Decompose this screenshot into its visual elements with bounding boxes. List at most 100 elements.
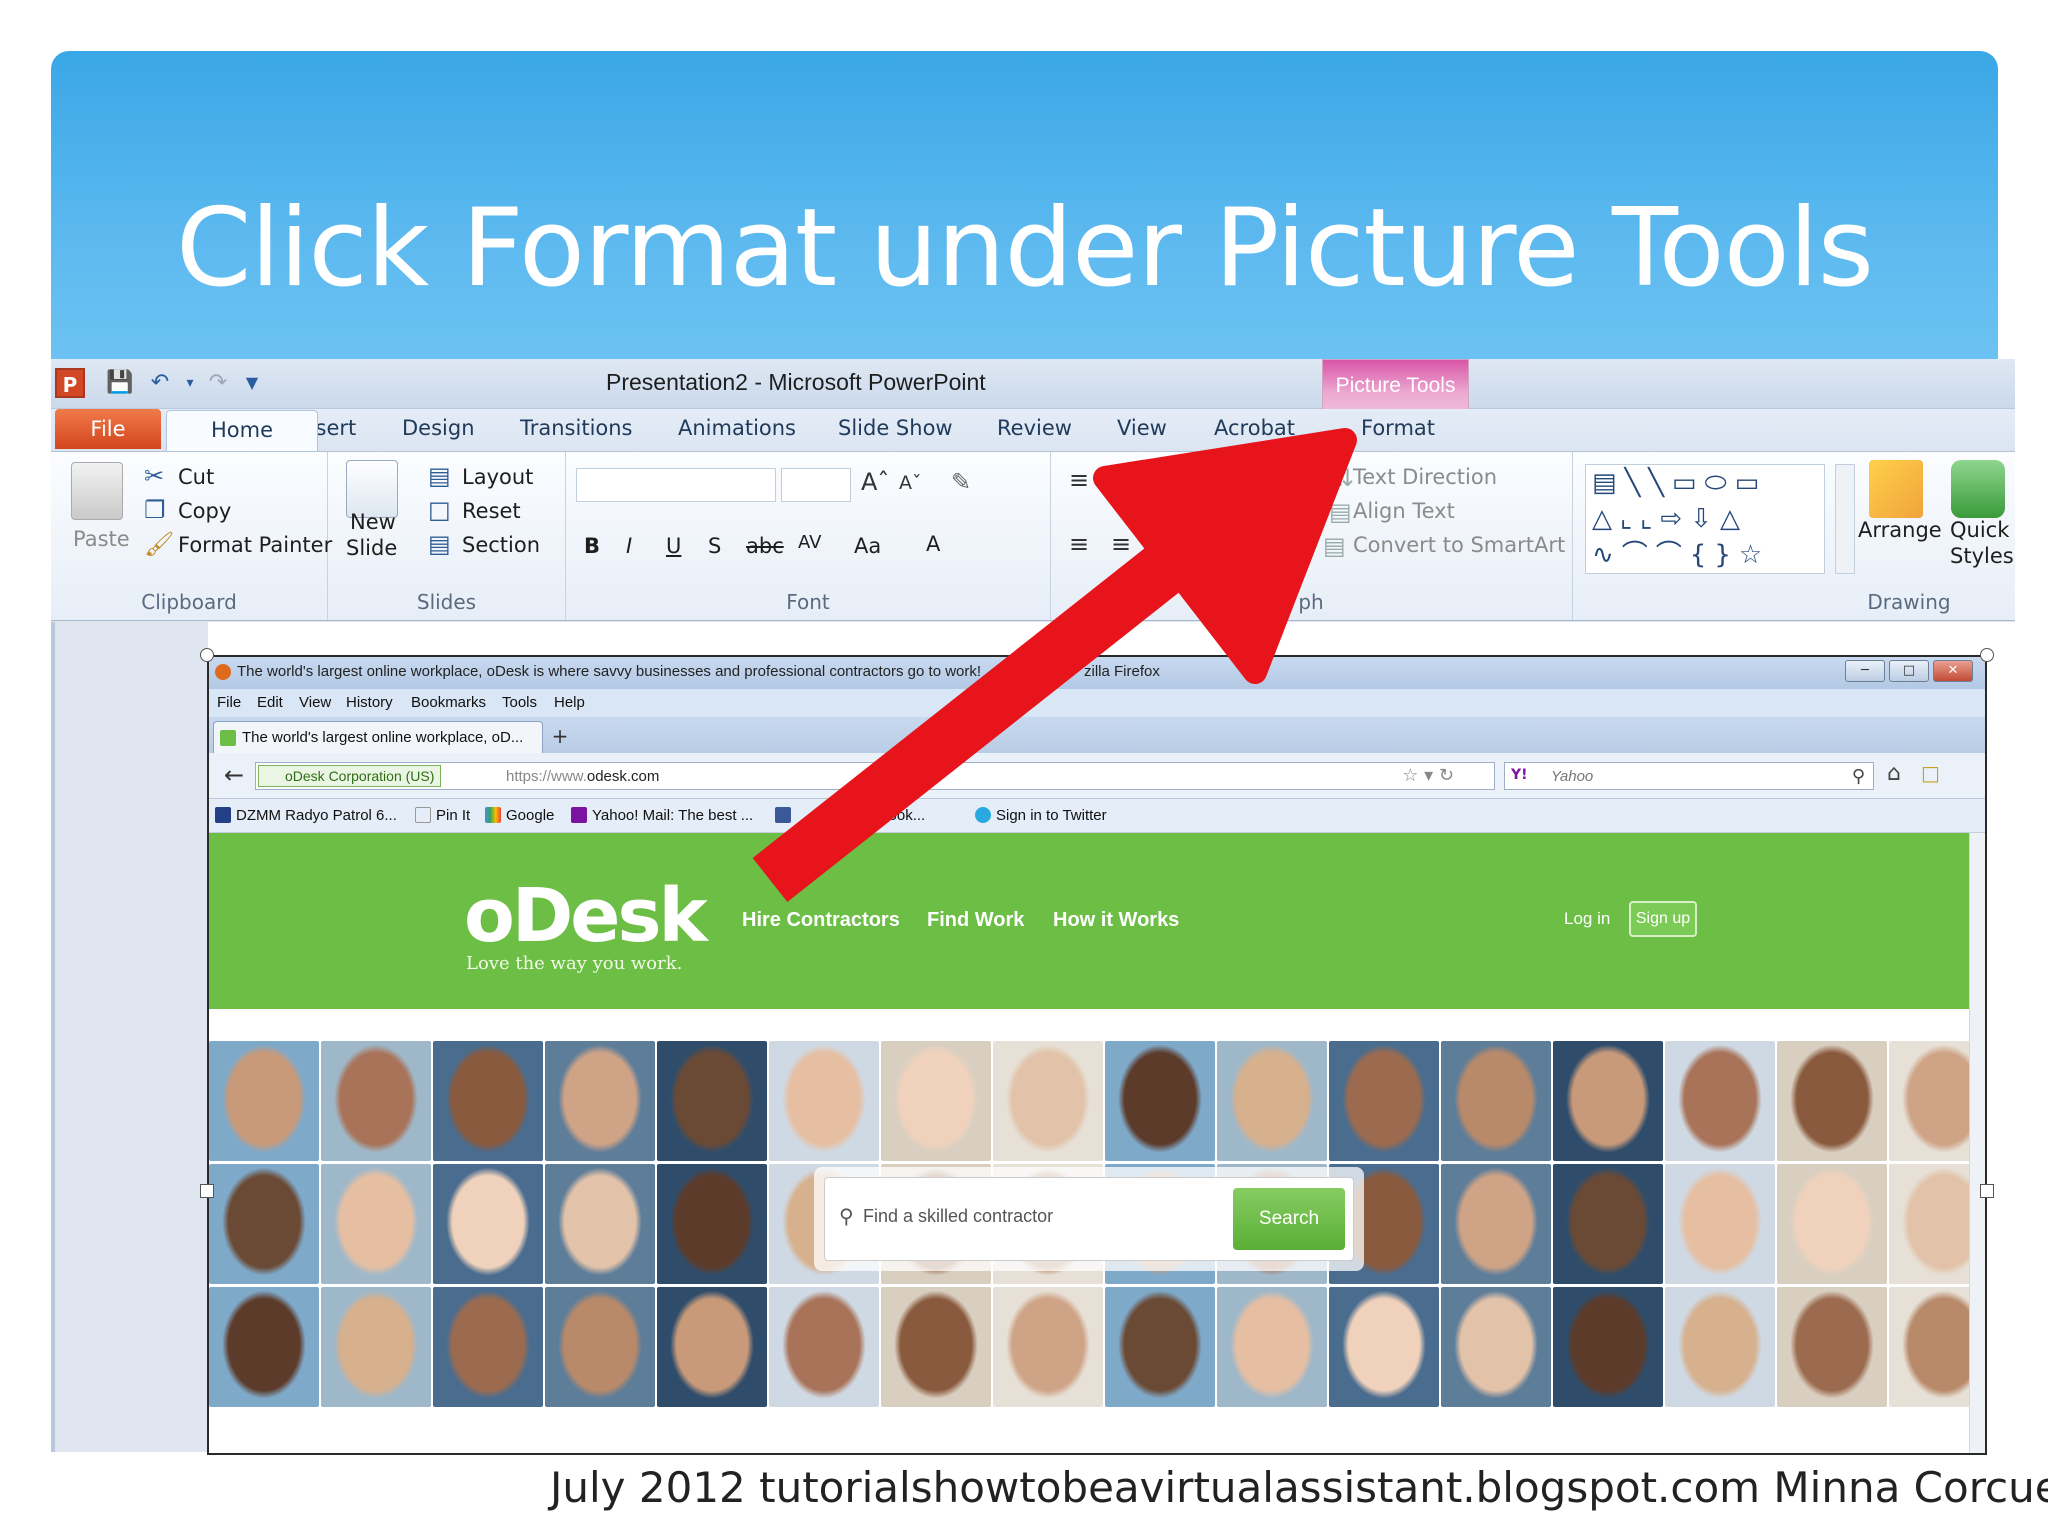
cut-button[interactable]: Cut: [178, 465, 214, 489]
browser-tab[interactable]: The world's largest online workplace, oD…: [213, 721, 543, 753]
center-icon[interactable]: ≡: [1111, 532, 1131, 556]
menu-history[interactable]: History: [346, 694, 393, 711]
quick-styles-label-2[interactable]: Styles: [1950, 544, 2014, 568]
font-color-button[interactable]: A: [926, 532, 940, 556]
paste-button[interactable]: Paste: [73, 527, 130, 551]
bookmarks-icon[interactable]: □: [1921, 761, 1940, 785]
odesk-search-button[interactable]: Search: [1233, 1188, 1345, 1250]
close-button[interactable]: ✕: [1933, 660, 1973, 682]
undo-dropdown-icon[interactable]: ▾: [175, 368, 205, 398]
shapes-scroll[interactable]: [1835, 464, 1855, 574]
numbering-icon[interactable]: ≡: [1136, 468, 1156, 492]
contractor-photo: [1777, 1041, 1887, 1161]
bullets-icon[interactable]: ≡: [1069, 468, 1089, 492]
url-bar[interactable]: oDesk Corporation (US) https://www.odesk…: [255, 762, 1495, 790]
pinit-icon: [415, 807, 431, 823]
customize-qat-icon[interactable]: ▼: [237, 368, 267, 398]
justify-icon[interactable]: ≡: [1195, 532, 1215, 556]
copy-button[interactable]: Copy: [178, 499, 231, 523]
bookmark-facebook[interactable]: acebook...: [775, 807, 925, 824]
search-magnifier-icon[interactable]: ⚲: [1852, 766, 1865, 787]
signup-button[interactable]: Sign up: [1629, 901, 1697, 937]
page-scrollbar[interactable]: [1969, 833, 1985, 1453]
firefox-window-title: The world's largest online workplace, oD…: [237, 663, 982, 680]
save-icon[interactable]: 💾: [105, 368, 135, 398]
contractor-photo: [209, 1287, 319, 1407]
quick-styles-label-1[interactable]: Quick: [1950, 518, 2009, 542]
tab-design[interactable]: Design: [402, 416, 475, 440]
menu-help[interactable]: Help: [554, 694, 585, 711]
bold-button[interactable]: B: [584, 534, 600, 558]
home-icon[interactable]: ⌂: [1887, 761, 1901, 786]
shapes-gallery[interactable]: ▤╲╲▭⬭▭ △⌞⌞⇨⇩△ ∿⌒⌒{}☆: [1585, 464, 1825, 574]
tab-view[interactable]: View: [1117, 416, 1167, 440]
arrange-icon: [1869, 460, 1923, 518]
clear-formatting-icon[interactable]: ✎: [951, 470, 971, 494]
menu-view[interactable]: View: [299, 694, 331, 711]
font-name-box[interactable]: [576, 468, 776, 502]
text-direction-button[interactable]: Text Direction: [1353, 465, 1497, 489]
strikethrough-button[interactable]: abc: [746, 534, 784, 558]
arrange-button[interactable]: Arrange: [1858, 518, 1942, 542]
selection-handle-right[interactable]: [1980, 1184, 1994, 1198]
italic-button[interactable]: I: [626, 534, 632, 558]
bookmark-dzmm[interactable]: DZMM Radyo Patrol 6...: [215, 807, 397, 824]
yahoo-engine-icon[interactable]: Y!: [1511, 767, 1528, 783]
tab-slide-show[interactable]: Slide Show: [838, 416, 953, 440]
bookmark-star-icon[interactable]: ☆ ▾ ↻: [1402, 765, 1454, 786]
align-right-icon[interactable]: ≡: [1153, 532, 1173, 556]
menu-file[interactable]: File: [217, 694, 241, 711]
selection-handle-left[interactable]: [200, 1184, 214, 1198]
align-left-icon[interactable]: ≡: [1069, 532, 1089, 556]
align-text-button[interactable]: Align Text: [1353, 499, 1455, 523]
tab-review[interactable]: Review: [997, 416, 1072, 440]
shadow-button[interactable]: S: [708, 534, 721, 558]
selection-handle-top-left[interactable]: [200, 648, 214, 662]
tab-home[interactable]: Home: [166, 410, 318, 452]
site-identity-badge[interactable]: oDesk Corporation (US): [258, 765, 442, 787]
new-slide-label-1[interactable]: New: [350, 510, 396, 534]
bookmark-pinit[interactable]: Pin It: [415, 807, 470, 824]
selection-handle-top-right[interactable]: [1980, 648, 1994, 662]
tab-transitions[interactable]: Transitions: [520, 416, 633, 440]
undo-icon[interactable]: ↶: [145, 368, 175, 398]
format-painter-button[interactable]: Format Painter: [178, 533, 332, 557]
reset-button[interactable]: Reset: [462, 499, 521, 523]
nav-hire-contractors[interactable]: Hire Contractors: [742, 909, 900, 932]
search-bar[interactable]: Y! Yahoo ⚲: [1504, 762, 1874, 790]
dzmm-icon: [215, 807, 231, 823]
minimize-button[interactable]: ─: [1845, 660, 1885, 682]
menu-tools[interactable]: Tools: [502, 694, 537, 711]
clipboard-group: Paste ✂ Cut ❐ Copy 🖌 Format Painter Clip…: [51, 452, 332, 620]
tab-file[interactable]: File: [55, 409, 161, 449]
underline-button[interactable]: U: [666, 534, 681, 558]
menu-edit[interactable]: Edit: [257, 694, 283, 711]
change-case-button[interactable]: Aa: [854, 534, 881, 558]
tab-format[interactable]: Format: [1361, 416, 1435, 440]
maximize-button[interactable]: □: [1889, 660, 1929, 682]
new-slide-label-2[interactable]: Slide: [346, 536, 397, 560]
nav-find-work[interactable]: Find Work: [927, 909, 1024, 932]
login-link[interactable]: Log in: [1564, 909, 1610, 929]
tab-animations[interactable]: Animations: [678, 416, 796, 440]
tab-acrobat[interactable]: Acrobat: [1214, 416, 1295, 440]
odesk-search-box[interactable]: ⚲ Find a skilled contractor Search: [824, 1177, 1354, 1261]
back-arrow-icon[interactable]: ←: [217, 761, 251, 791]
bookmark-google[interactable]: Google: [485, 807, 554, 824]
section-button[interactable]: Section: [462, 533, 540, 557]
new-tab-button[interactable]: +: [547, 725, 573, 749]
redo-icon[interactable]: ↷: [203, 368, 233, 398]
nav-how-it-works[interactable]: How it Works: [1053, 909, 1179, 932]
shrink-font-icon[interactable]: Aˇ: [899, 474, 922, 493]
layout-button[interactable]: Layout: [462, 465, 533, 489]
selected-picture-firefox[interactable]: The world's largest online workplace, oD…: [207, 655, 1987, 1455]
odesk-logo[interactable]: oDesk: [464, 873, 708, 959]
convert-smartart-button[interactable]: Convert to SmartArt: [1353, 533, 1565, 557]
character-spacing-button[interactable]: AV: [798, 532, 821, 553]
grow-font-icon[interactable]: Aˆ: [861, 470, 889, 494]
bookmark-twitter[interactable]: Sign in to Twitter: [975, 807, 1107, 824]
menu-bookmarks[interactable]: Bookmarks: [411, 694, 486, 711]
slides-label: Slides: [416, 590, 477, 614]
bookmark-yahoo-mail[interactable]: Yahoo! Mail: The best ...: [571, 807, 753, 824]
font-size-box[interactable]: [781, 468, 851, 502]
